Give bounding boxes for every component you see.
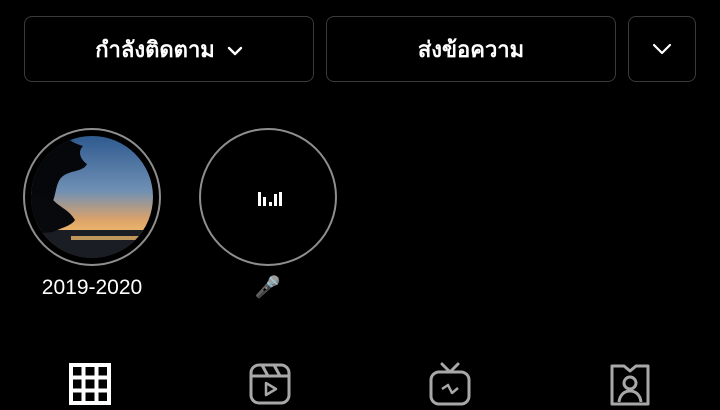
highlight-2019-2020[interactable] (23, 128, 161, 266)
highlight-cover (207, 136, 329, 258)
suggested-accounts-button[interactable] (628, 16, 696, 82)
highlight-title: 2019-2020 (41, 276, 143, 299)
chevron-down-icon (651, 37, 673, 62)
highlight-mic[interactable] (199, 128, 337, 266)
tagged-icon (610, 364, 650, 406)
message-label: ส่งข้อความ (417, 37, 525, 63)
following-label: กำลังติดตาม (95, 37, 215, 63)
igtv-tab[interactable] (428, 362, 472, 406)
audio-bars-icon (258, 192, 282, 206)
tagged-tab[interactable] (608, 362, 652, 406)
grid-icon (69, 363, 111, 405)
chevron-down-icon (227, 37, 243, 62)
highlight-cover-image (31, 136, 153, 258)
grid-tab[interactable] (68, 362, 112, 406)
highlight-title: 🎤 (254, 276, 282, 299)
igtv-icon (429, 362, 471, 406)
following-button[interactable]: กำลังติดตาม (24, 16, 314, 82)
reels-tab[interactable] (248, 362, 292, 406)
reels-icon (249, 363, 291, 405)
message-button[interactable]: ส่งข้อความ (326, 16, 616, 82)
